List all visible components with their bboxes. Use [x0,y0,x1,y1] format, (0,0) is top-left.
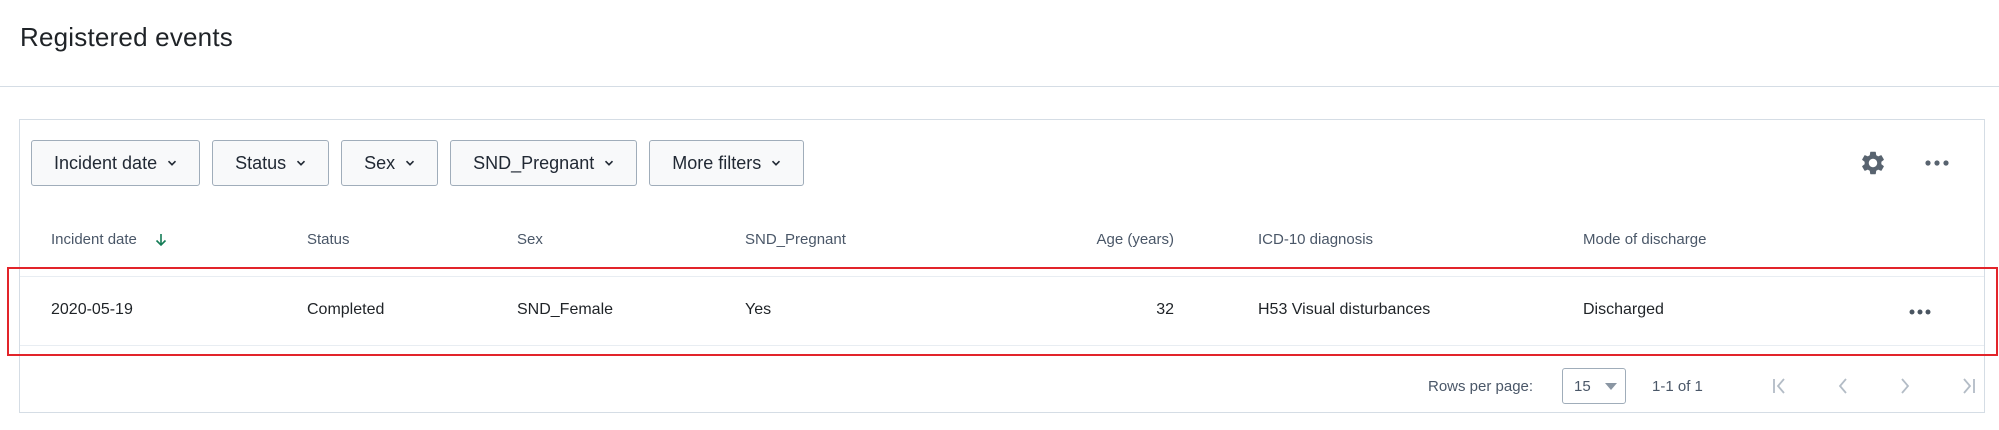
page-range: 1-1 of 1 [1652,378,1703,395]
title-divider [0,86,1999,87]
next-page-button[interactable] [1889,370,1921,402]
cell-mode-of-discharge: Discharged [1583,301,1664,318]
last-page-icon [1963,378,1975,394]
column-header-status[interactable]: Status [307,231,350,248]
filter-label: Status [235,152,287,173]
cell-incident-date: 2020-05-19 [51,301,133,318]
column-header-snd-pregnant[interactable]: SND_Pregnant [745,231,846,248]
chevron-left-icon [1838,378,1847,394]
arrow-down-icon [156,234,167,247]
cell-status: Completed [307,301,385,318]
chevron-right-icon [1901,378,1910,394]
cell-age: 32 [1156,301,1174,318]
rows-per-page-label: Rows per page: [1428,378,1534,395]
filter-label: Sex [364,152,396,173]
filter-sex-button[interactable]: Sex [341,140,439,186]
column-header-label: Incident date [51,231,137,248]
last-page-button[interactable] [1952,370,1984,402]
column-header-age[interactable]: Age (years) [1096,231,1174,248]
column-header-mode-of-discharge[interactable]: Mode of discharge [1583,231,1706,248]
filter-label: More filters [672,152,762,173]
pagination: Rows per page: 15 1-1 of 1 [20,364,1984,408]
first-page-button[interactable] [1764,370,1796,402]
page-title: Registered events [20,22,233,52]
rows-per-page-value: 15 [1574,378,1591,395]
column-header-incident-date[interactable]: Incident date [51,231,167,248]
more-horizontal-icon [1909,309,1931,315]
chevron-down-icon [297,160,306,166]
rows-per-page-select[interactable]: 15 [1562,368,1626,404]
filter-bar: Incident date Status Sex SND_Pregnant Mo… [31,140,805,186]
table-row[interactable]: 2020-05-19 Completed SND_Female Yes 32 H… [20,276,1984,346]
row-actions-button[interactable] [1903,295,1937,329]
gear-icon [1862,151,1884,175]
chevron-down-icon [406,160,415,166]
settings-button[interactable] [1856,146,1890,180]
first-page-icon [1773,378,1785,394]
more-filters-button[interactable]: More filters [649,140,805,186]
filter-label: SND_Pregnant [473,152,595,173]
previous-page-button[interactable] [1827,370,1859,402]
column-header-sex[interactable]: Sex [517,231,543,248]
filter-status-button[interactable]: Status [212,140,330,186]
cell-icd10-diagnosis: H53 Visual disturbances [1258,301,1431,318]
more-actions-button[interactable] [1920,146,1954,180]
events-card: Incident date Status Sex SND_Pregnant Mo… [19,119,1985,413]
filter-snd-pregnant-button[interactable]: SND_Pregnant [450,140,638,186]
table-actions [1856,146,1954,180]
caret-down-icon [1605,383,1617,390]
more-horizontal-icon [1925,160,1949,166]
cell-snd-pregnant: Yes [745,301,772,318]
column-header-icd10-diagnosis[interactable]: ICD-10 diagnosis [1258,231,1373,248]
filter-incident-date-button[interactable]: Incident date [31,140,201,186]
chevron-down-icon [772,160,781,166]
chevron-down-icon [605,160,614,166]
filter-label: Incident date [54,152,158,173]
cell-sex: SND_Female [517,301,614,318]
chevron-down-icon [168,160,177,166]
